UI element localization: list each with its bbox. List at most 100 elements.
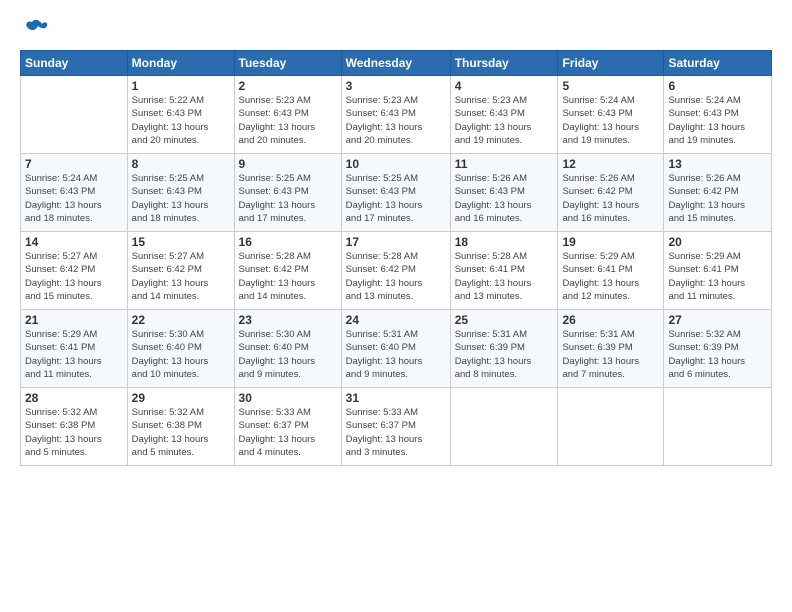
day-info: Sunrise: 5:25 AM Sunset: 6:43 PM Dayligh… — [132, 172, 230, 225]
calendar-cell: 24Sunrise: 5:31 AM Sunset: 6:40 PM Dayli… — [341, 310, 450, 388]
calendar-cell: 17Sunrise: 5:28 AM Sunset: 6:42 PM Dayli… — [341, 232, 450, 310]
calendar-cell: 13Sunrise: 5:26 AM Sunset: 6:42 PM Dayli… — [664, 154, 772, 232]
calendar-cell: 15Sunrise: 5:27 AM Sunset: 6:42 PM Dayli… — [127, 232, 234, 310]
calendar-week-row: 21Sunrise: 5:29 AM Sunset: 6:41 PM Dayli… — [21, 310, 772, 388]
day-info: Sunrise: 5:33 AM Sunset: 6:37 PM Dayligh… — [239, 406, 337, 459]
day-info: Sunrise: 5:26 AM Sunset: 6:42 PM Dayligh… — [562, 172, 659, 225]
calendar-cell: 27Sunrise: 5:32 AM Sunset: 6:39 PM Dayli… — [664, 310, 772, 388]
day-number: 5 — [562, 79, 659, 93]
day-info: Sunrise: 5:31 AM Sunset: 6:39 PM Dayligh… — [562, 328, 659, 381]
calendar-cell: 22Sunrise: 5:30 AM Sunset: 6:40 PM Dayli… — [127, 310, 234, 388]
calendar-cell: 1Sunrise: 5:22 AM Sunset: 6:43 PM Daylig… — [127, 76, 234, 154]
day-number: 16 — [239, 235, 337, 249]
day-info: Sunrise: 5:31 AM Sunset: 6:39 PM Dayligh… — [455, 328, 554, 381]
weekday-header: Sunday — [21, 51, 128, 76]
day-number: 11 — [455, 157, 554, 171]
day-info: Sunrise: 5:23 AM Sunset: 6:43 PM Dayligh… — [346, 94, 446, 147]
calendar-cell — [664, 388, 772, 466]
day-number: 27 — [668, 313, 767, 327]
calendar-cell: 25Sunrise: 5:31 AM Sunset: 6:39 PM Dayli… — [450, 310, 558, 388]
day-number: 4 — [455, 79, 554, 93]
calendar-cell: 6Sunrise: 5:24 AM Sunset: 6:43 PM Daylig… — [664, 76, 772, 154]
calendar-cell — [450, 388, 558, 466]
calendar-cell: 5Sunrise: 5:24 AM Sunset: 6:43 PM Daylig… — [558, 76, 664, 154]
day-info: Sunrise: 5:22 AM Sunset: 6:43 PM Dayligh… — [132, 94, 230, 147]
day-number: 12 — [562, 157, 659, 171]
day-number: 8 — [132, 157, 230, 171]
day-info: Sunrise: 5:24 AM Sunset: 6:43 PM Dayligh… — [668, 94, 767, 147]
calendar-cell: 28Sunrise: 5:32 AM Sunset: 6:38 PM Dayli… — [21, 388, 128, 466]
day-info: Sunrise: 5:32 AM Sunset: 6:38 PM Dayligh… — [25, 406, 123, 459]
day-info: Sunrise: 5:26 AM Sunset: 6:43 PM Dayligh… — [455, 172, 554, 225]
day-info: Sunrise: 5:30 AM Sunset: 6:40 PM Dayligh… — [132, 328, 230, 381]
calendar-cell: 2Sunrise: 5:23 AM Sunset: 6:43 PM Daylig… — [234, 76, 341, 154]
calendar-cell: 26Sunrise: 5:31 AM Sunset: 6:39 PM Dayli… — [558, 310, 664, 388]
weekday-header: Wednesday — [341, 51, 450, 76]
day-info: Sunrise: 5:27 AM Sunset: 6:42 PM Dayligh… — [132, 250, 230, 303]
day-info: Sunrise: 5:32 AM Sunset: 6:39 PM Dayligh… — [668, 328, 767, 381]
day-number: 6 — [668, 79, 767, 93]
calendar-week-row: 1Sunrise: 5:22 AM Sunset: 6:43 PM Daylig… — [21, 76, 772, 154]
calendar-cell: 21Sunrise: 5:29 AM Sunset: 6:41 PM Dayli… — [21, 310, 128, 388]
calendar-week-row: 28Sunrise: 5:32 AM Sunset: 6:38 PM Dayli… — [21, 388, 772, 466]
calendar-cell: 29Sunrise: 5:32 AM Sunset: 6:38 PM Dayli… — [127, 388, 234, 466]
calendar-cell: 18Sunrise: 5:28 AM Sunset: 6:41 PM Dayli… — [450, 232, 558, 310]
day-info: Sunrise: 5:30 AM Sunset: 6:40 PM Dayligh… — [239, 328, 337, 381]
day-number: 21 — [25, 313, 123, 327]
day-info: Sunrise: 5:28 AM Sunset: 6:42 PM Dayligh… — [346, 250, 446, 303]
calendar-cell: 14Sunrise: 5:27 AM Sunset: 6:42 PM Dayli… — [21, 232, 128, 310]
calendar-cell: 12Sunrise: 5:26 AM Sunset: 6:42 PM Dayli… — [558, 154, 664, 232]
day-number: 1 — [132, 79, 230, 93]
day-number: 7 — [25, 157, 123, 171]
calendar-cell: 19Sunrise: 5:29 AM Sunset: 6:41 PM Dayli… — [558, 232, 664, 310]
calendar-cell: 10Sunrise: 5:25 AM Sunset: 6:43 PM Dayli… — [341, 154, 450, 232]
day-number: 13 — [668, 157, 767, 171]
weekday-header: Friday — [558, 51, 664, 76]
day-info: Sunrise: 5:24 AM Sunset: 6:43 PM Dayligh… — [562, 94, 659, 147]
day-number: 18 — [455, 235, 554, 249]
day-number: 9 — [239, 157, 337, 171]
calendar-cell: 31Sunrise: 5:33 AM Sunset: 6:37 PM Dayli… — [341, 388, 450, 466]
weekday-header: Saturday — [664, 51, 772, 76]
calendar-cell: 20Sunrise: 5:29 AM Sunset: 6:41 PM Dayli… — [664, 232, 772, 310]
day-number: 3 — [346, 79, 446, 93]
day-number: 19 — [562, 235, 659, 249]
day-info: Sunrise: 5:25 AM Sunset: 6:43 PM Dayligh… — [239, 172, 337, 225]
day-number: 26 — [562, 313, 659, 327]
day-number: 15 — [132, 235, 230, 249]
weekday-header: Thursday — [450, 51, 558, 76]
calendar-cell: 11Sunrise: 5:26 AM Sunset: 6:43 PM Dayli… — [450, 154, 558, 232]
day-number: 23 — [239, 313, 337, 327]
day-info: Sunrise: 5:32 AM Sunset: 6:38 PM Dayligh… — [132, 406, 230, 459]
day-number: 10 — [346, 157, 446, 171]
day-number: 25 — [455, 313, 554, 327]
weekday-header: Monday — [127, 51, 234, 76]
day-info: Sunrise: 5:33 AM Sunset: 6:37 PM Dayligh… — [346, 406, 446, 459]
day-info: Sunrise: 5:26 AM Sunset: 6:42 PM Dayligh… — [668, 172, 767, 225]
calendar-cell: 16Sunrise: 5:28 AM Sunset: 6:42 PM Dayli… — [234, 232, 341, 310]
calendar-header-row: SundayMondayTuesdayWednesdayThursdayFrid… — [21, 51, 772, 76]
day-number: 29 — [132, 391, 230, 405]
day-info: Sunrise: 5:28 AM Sunset: 6:42 PM Dayligh… — [239, 250, 337, 303]
day-number: 30 — [239, 391, 337, 405]
day-info: Sunrise: 5:29 AM Sunset: 6:41 PM Dayligh… — [25, 328, 123, 381]
calendar-cell — [21, 76, 128, 154]
calendar-cell: 4Sunrise: 5:23 AM Sunset: 6:43 PM Daylig… — [450, 76, 558, 154]
weekday-header: Tuesday — [234, 51, 341, 76]
day-number: 14 — [25, 235, 123, 249]
day-number: 22 — [132, 313, 230, 327]
day-info: Sunrise: 5:24 AM Sunset: 6:43 PM Dayligh… — [25, 172, 123, 225]
calendar-cell: 9Sunrise: 5:25 AM Sunset: 6:43 PM Daylig… — [234, 154, 341, 232]
logo — [20, 18, 48, 40]
calendar-week-row: 14Sunrise: 5:27 AM Sunset: 6:42 PM Dayli… — [21, 232, 772, 310]
day-info: Sunrise: 5:31 AM Sunset: 6:40 PM Dayligh… — [346, 328, 446, 381]
day-number: 28 — [25, 391, 123, 405]
day-info: Sunrise: 5:27 AM Sunset: 6:42 PM Dayligh… — [25, 250, 123, 303]
calendar-cell: 23Sunrise: 5:30 AM Sunset: 6:40 PM Dayli… — [234, 310, 341, 388]
calendar-table: SundayMondayTuesdayWednesdayThursdayFrid… — [20, 50, 772, 466]
calendar-cell: 7Sunrise: 5:24 AM Sunset: 6:43 PM Daylig… — [21, 154, 128, 232]
logo-bird-icon — [22, 18, 48, 40]
day-number: 17 — [346, 235, 446, 249]
day-info: Sunrise: 5:28 AM Sunset: 6:41 PM Dayligh… — [455, 250, 554, 303]
day-info: Sunrise: 5:29 AM Sunset: 6:41 PM Dayligh… — [562, 250, 659, 303]
